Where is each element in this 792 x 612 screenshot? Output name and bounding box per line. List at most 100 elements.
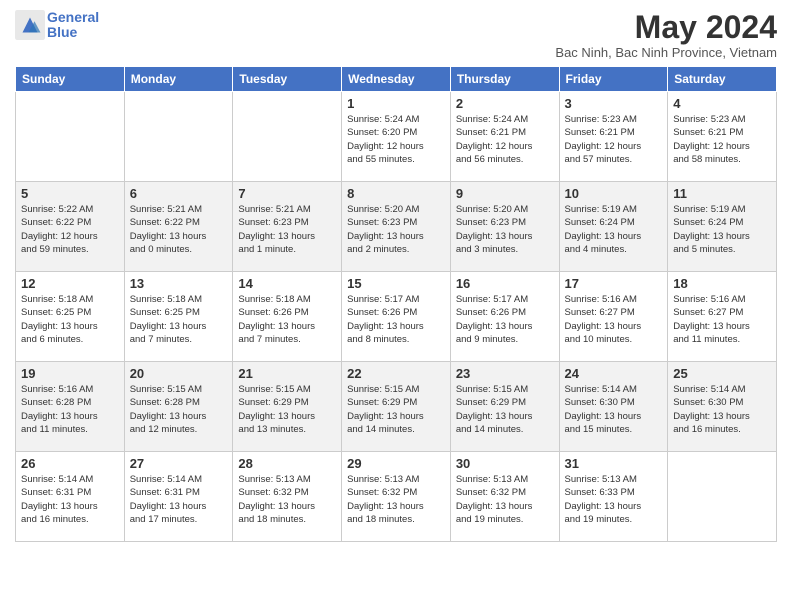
calendar-cell: 5 Sunrise: 5:22 AM Sunset: 6:22 PM Daylig… (16, 182, 125, 272)
calendar-cell: 23Sunrise: 5:15 AM Sunset: 6:29 PM Dayli… (450, 362, 559, 452)
day-number: 21 (238, 366, 336, 381)
week-row-1: 1Sunrise: 5:24 AM Sunset: 6:20 PM Daylig… (16, 92, 777, 182)
weekday-header-friday: Friday (559, 67, 668, 92)
main-title: May 2024 (555, 10, 777, 45)
calendar-cell (124, 92, 233, 182)
day-info: Sunrise: 5:15 AM Sunset: 6:29 PM Dayligh… (238, 383, 336, 436)
logo-area: General Blue (15, 10, 99, 41)
calendar-cell: 20 Sunrise: 5:15 AM Sunset: 6:28 PM Dayli… (124, 362, 233, 452)
day-number: 11 (673, 186, 771, 201)
day-number: 8 (347, 186, 445, 201)
logo-line2: Blue (47, 25, 99, 40)
calendar-cell: 4 Sunrise: 5:23 AM Sunset: 6:21 PM Daylig… (668, 92, 777, 182)
calendar-cell: 26 Sunrise: 5:14 AM Sunset: 6:31 PM Dayli… (16, 452, 125, 542)
day-number: 31 (565, 456, 663, 471)
calendar-cell: 7 Sunrise: 5:21 AM Sunset: 6:23 PM Daylig… (233, 182, 342, 272)
day-info: Sunrise: 5:13 AM Sunset: 6:32 PM Dayligh… (456, 473, 554, 526)
title-area: May 2024 Bac Ninh, Bac Ninh Province, Vi… (555, 10, 777, 60)
day-number: 1 (347, 96, 445, 111)
calendar-cell: 6Sunrise: 5:21 AM Sunset: 6:22 PM Daylig… (124, 182, 233, 272)
day-info: Sunrise: 5:16 AM Sunset: 6:27 PM Dayligh… (565, 293, 663, 346)
calendar-cell (233, 92, 342, 182)
day-info: Sunrise: 5:18 AM Sunset: 6:25 PM Dayligh… (21, 293, 119, 346)
day-number: 10 (565, 186, 663, 201)
day-info: Sunrise: 5:14 AM Sunset: 6:31 PM Dayligh… (21, 473, 119, 526)
day-info: Sunrise: 5:15 AM Sunset: 6:29 PM Dayligh… (347, 383, 445, 436)
weekday-header-saturday: Saturday (668, 67, 777, 92)
day-info: Sunrise: 5:20 AM Sunset: 6:23 PM Dayligh… (347, 203, 445, 256)
day-number: 5 (21, 186, 119, 201)
calendar-cell: 11 Sunrise: 5:19 AM Sunset: 6:24 PM Dayli… (668, 182, 777, 272)
logo-icon (15, 10, 45, 40)
day-info: Sunrise: 5:24 AM Sunset: 6:21 PM Dayligh… (456, 113, 554, 166)
day-info: Sunrise: 5:18 AM Sunset: 6:25 PM Dayligh… (130, 293, 228, 346)
day-number: 9 (456, 186, 554, 201)
day-info: Sunrise: 5:20 AM Sunset: 6:23 PM Dayligh… (456, 203, 554, 256)
weekday-header-wednesday: Wednesday (342, 67, 451, 92)
day-number: 4 (673, 96, 771, 111)
day-info: Sunrise: 5:21 AM Sunset: 6:23 PM Dayligh… (238, 203, 336, 256)
calendar-cell: 12 Sunrise: 5:18 AM Sunset: 6:25 PM Dayli… (16, 272, 125, 362)
calendar-cell: 18 Sunrise: 5:16 AM Sunset: 6:27 PM Dayli… (668, 272, 777, 362)
day-number: 18 (673, 276, 771, 291)
day-info: Sunrise: 5:18 AM Sunset: 6:26 PM Dayligh… (238, 293, 336, 346)
calendar-cell: 15Sunrise: 5:17 AM Sunset: 6:26 PM Dayli… (342, 272, 451, 362)
calendar-cell: 9 Sunrise: 5:20 AM Sunset: 6:23 PM Daylig… (450, 182, 559, 272)
day-number: 25 (673, 366, 771, 381)
week-row-5: 26 Sunrise: 5:14 AM Sunset: 6:31 PM Dayli… (16, 452, 777, 542)
week-row-2: 5 Sunrise: 5:22 AM Sunset: 6:22 PM Daylig… (16, 182, 777, 272)
day-info: Sunrise: 5:13 AM Sunset: 6:33 PM Dayligh… (565, 473, 663, 526)
day-number: 22 (347, 366, 445, 381)
day-info: Sunrise: 5:16 AM Sunset: 6:27 PM Dayligh… (673, 293, 771, 346)
day-number: 16 (456, 276, 554, 291)
day-info: Sunrise: 5:15 AM Sunset: 6:29 PM Dayligh… (456, 383, 554, 436)
weekday-header-monday: Monday (124, 67, 233, 92)
day-info: Sunrise: 5:22 AM Sunset: 6:22 PM Dayligh… (21, 203, 119, 256)
week-row-3: 12 Sunrise: 5:18 AM Sunset: 6:25 PM Dayli… (16, 272, 777, 362)
day-info: Sunrise: 5:14 AM Sunset: 6:30 PM Dayligh… (565, 383, 663, 436)
calendar-cell: 1Sunrise: 5:24 AM Sunset: 6:20 PM Daylig… (342, 92, 451, 182)
day-number: 20 (130, 366, 228, 381)
calendar-cell: 30 Sunrise: 5:13 AM Sunset: 6:32 PM Dayli… (450, 452, 559, 542)
weekday-header-row: SundayMondayTuesdayWednesdayThursdayFrid… (16, 67, 777, 92)
weekday-header-tuesday: Tuesday (233, 67, 342, 92)
day-info: Sunrise: 5:19 AM Sunset: 6:24 PM Dayligh… (565, 203, 663, 256)
subtitle: Bac Ninh, Bac Ninh Province, Vietnam (555, 45, 777, 60)
day-info: Sunrise: 5:21 AM Sunset: 6:22 PM Dayligh… (130, 203, 228, 256)
day-info: Sunrise: 5:15 AM Sunset: 6:28 PM Dayligh… (130, 383, 228, 436)
day-number: 12 (21, 276, 119, 291)
calendar-cell: 24 Sunrise: 5:14 AM Sunset: 6:30 PM Dayli… (559, 362, 668, 452)
calendar-cell (16, 92, 125, 182)
weekday-header-thursday: Thursday (450, 67, 559, 92)
day-number: 30 (456, 456, 554, 471)
day-number: 28 (238, 456, 336, 471)
day-number: 3 (565, 96, 663, 111)
day-info: Sunrise: 5:17 AM Sunset: 6:26 PM Dayligh… (347, 293, 445, 346)
calendar-cell: 25 Sunrise: 5:14 AM Sunset: 6:30 PM Dayli… (668, 362, 777, 452)
calendar-cell: 19Sunrise: 5:16 AM Sunset: 6:28 PM Dayli… (16, 362, 125, 452)
calendar-cell: 13Sunrise: 5:18 AM Sunset: 6:25 PM Dayli… (124, 272, 233, 362)
day-number: 2 (456, 96, 554, 111)
weekday-header-sunday: Sunday (16, 67, 125, 92)
calendar-cell: 27Sunrise: 5:14 AM Sunset: 6:31 PM Dayli… (124, 452, 233, 542)
day-info: Sunrise: 5:19 AM Sunset: 6:24 PM Dayligh… (673, 203, 771, 256)
logo-line1: General (47, 10, 99, 25)
header: General Blue May 2024 Bac Ninh, Bac Ninh… (15, 10, 777, 60)
day-info: Sunrise: 5:14 AM Sunset: 6:30 PM Dayligh… (673, 383, 771, 436)
week-row-4: 19Sunrise: 5:16 AM Sunset: 6:28 PM Dayli… (16, 362, 777, 452)
calendar-cell: 3Sunrise: 5:23 AM Sunset: 6:21 PM Daylig… (559, 92, 668, 182)
day-info: Sunrise: 5:13 AM Sunset: 6:32 PM Dayligh… (238, 473, 336, 526)
day-info: Sunrise: 5:13 AM Sunset: 6:32 PM Dayligh… (347, 473, 445, 526)
calendar-cell (668, 452, 777, 542)
day-info: Sunrise: 5:14 AM Sunset: 6:31 PM Dayligh… (130, 473, 228, 526)
calendar-cell: 28 Sunrise: 5:13 AM Sunset: 6:32 PM Dayli… (233, 452, 342, 542)
calendar-cell: 29Sunrise: 5:13 AM Sunset: 6:32 PM Dayli… (342, 452, 451, 542)
calendar-cell: 8 Sunrise: 5:20 AM Sunset: 6:23 PM Daylig… (342, 182, 451, 272)
day-info: Sunrise: 5:23 AM Sunset: 6:21 PM Dayligh… (673, 113, 771, 166)
day-number: 7 (238, 186, 336, 201)
calendar-cell: 2 Sunrise: 5:24 AM Sunset: 6:21 PM Daylig… (450, 92, 559, 182)
day-number: 26 (21, 456, 119, 471)
day-number: 24 (565, 366, 663, 381)
calendar-cell: 10 Sunrise: 5:19 AM Sunset: 6:24 PM Dayli… (559, 182, 668, 272)
day-number: 19 (21, 366, 119, 381)
